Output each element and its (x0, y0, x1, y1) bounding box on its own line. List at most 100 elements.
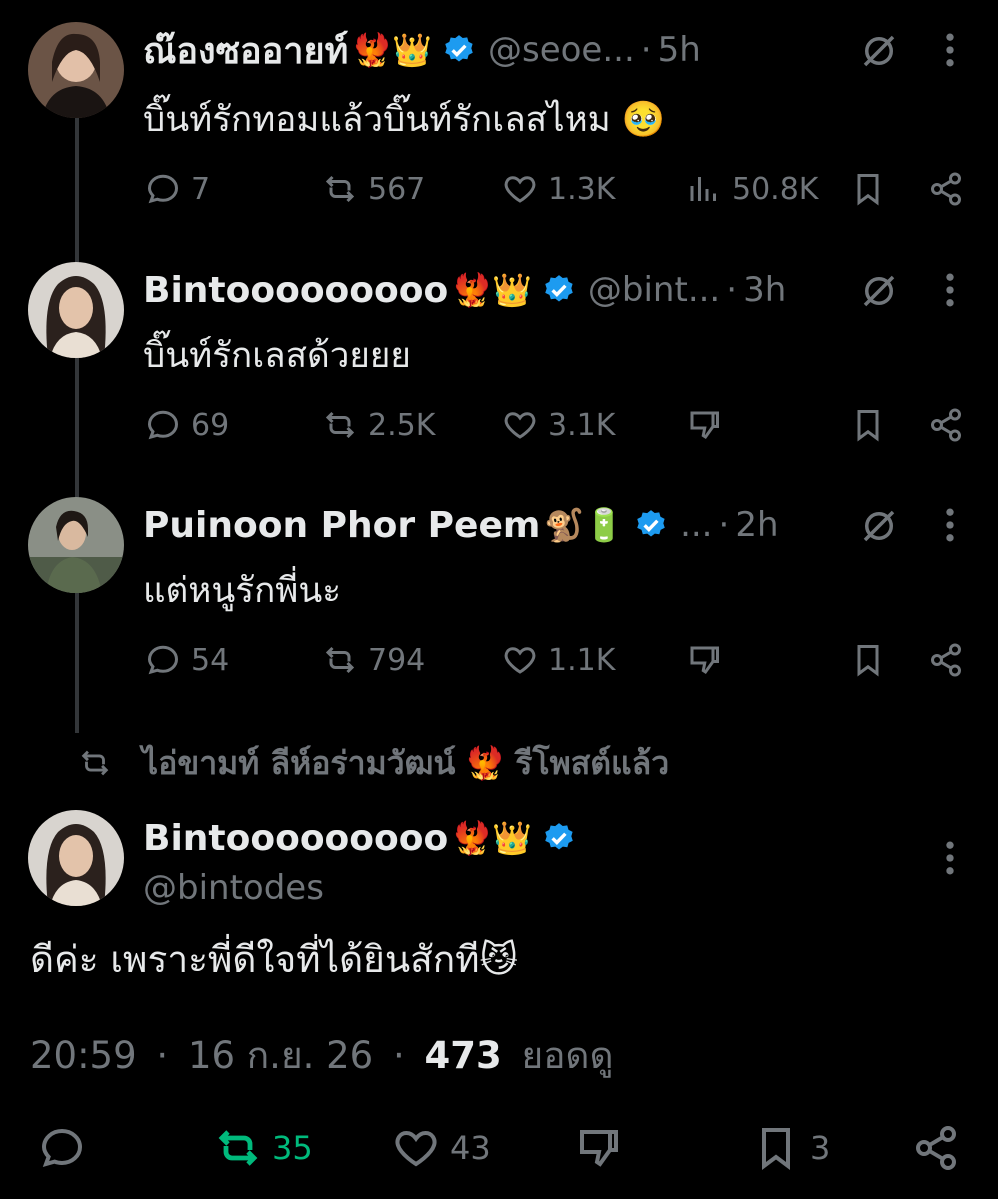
timestamp[interactable]: 3h (743, 270, 786, 310)
grok-icon[interactable] (858, 30, 900, 72)
user-handle[interactable]: @bint... (588, 270, 720, 310)
name-emoji: 🐦‍🔥👑 (352, 31, 432, 69)
bookmark-button[interactable] (850, 400, 896, 450)
dislike-button[interactable] (686, 400, 732, 450)
thumbs-down-icon (690, 646, 719, 675)
user-handle[interactable]: @bintodes (143, 868, 324, 908)
display-name[interactable]: Bintooooooooo (143, 270, 448, 311)
views-chart-icon (690, 177, 716, 201)
timestamp[interactable]: 2h (735, 505, 778, 545)
tweet-header: Bintooooooooo 🐦‍🔥👑 @bint... · 3h (143, 262, 786, 318)
user-handle[interactable]: ... (680, 505, 712, 545)
like-count: 43 (450, 1129, 491, 1167)
repost-icon (325, 646, 355, 674)
repost-button[interactable]: 2.5K (322, 400, 435, 450)
tweet-actions: 7 567 1.3K 50.8K (0, 164, 998, 214)
grok-icon[interactable] (858, 270, 900, 312)
heart-icon (395, 1130, 437, 1167)
verified-badge-icon (445, 35, 473, 62)
repost-button[interactable]: 794 (322, 635, 425, 685)
dislike-button[interactable] (574, 1118, 632, 1178)
bookmark-count: 3 (810, 1129, 831, 1167)
avatar[interactable] (28, 497, 124, 593)
tweet-actions: 69 2.5K 3.1K (0, 400, 998, 450)
user-handle[interactable]: @seoe... (488, 30, 635, 70)
share-icon (931, 643, 961, 677)
separator-dot: · (718, 505, 730, 545)
display-name[interactable]: Bintooooooooo (143, 818, 448, 859)
avatar[interactable] (28, 810, 124, 906)
repost-notice[interactable]: ไอ่ขามท์ ลีห์อร่ามวัฒน์ 🐦‍🔥 รีโพสต์แล้ว (78, 738, 669, 788)
views-label: ยอดดู (521, 1034, 614, 1077)
repost-button[interactable]: 567 (322, 164, 425, 214)
main-actions: 35 43 3 (0, 1118, 998, 1178)
repost-suffix: รีโพสต์แล้ว (515, 743, 670, 782)
tweet-text: บิ๊นท์รักทอมแล้วบิ๊นท์รักเลสไหม 🥹 (143, 100, 666, 140)
verified-badge-icon (545, 823, 573, 850)
reposter-name[interactable]: ไอ่ขามท์ ลีห์อร่ามวัฒน์ (142, 738, 455, 789)
repost-icon (81, 750, 109, 776)
reply-count: 54 (191, 642, 230, 678)
views-button[interactable]: 50.8K (686, 164, 818, 214)
reply-button[interactable]: 69 (145, 400, 229, 450)
display-name[interactable]: Puinoon Phor Peem (143, 505, 540, 546)
like-button[interactable]: 3.1K (502, 400, 615, 450)
reposter-emoji: 🐦‍🔥 (465, 744, 506, 782)
more-options-icon[interactable] (935, 836, 965, 880)
thumbs-down-icon (580, 1130, 618, 1167)
thumbs-down-icon (690, 411, 719, 440)
share-button[interactable] (928, 164, 974, 214)
tweet-text: แต่หนูรักพี่นะ (143, 571, 342, 611)
more-options-icon[interactable] (935, 268, 965, 312)
dislike-button[interactable] (686, 635, 732, 685)
post-time: 20:59 (30, 1034, 137, 1077)
repost-icon (218, 1130, 258, 1166)
bookmark-button[interactable]: 3 (752, 1118, 830, 1178)
display-name[interactable]: ณ๊องซออายท์ (143, 22, 348, 79)
more-options-icon[interactable] (935, 503, 965, 547)
avatar[interactable] (28, 22, 124, 118)
post-date: 16 ก.ย. 26 (187, 1034, 374, 1077)
separator-dot: · (393, 1034, 405, 1077)
bookmark-button[interactable] (850, 635, 896, 685)
repost-count: 35 (272, 1129, 313, 1167)
name-emoji: 🐦‍🔥👑 (452, 819, 532, 857)
name-emoji: 🐒🔋 (544, 506, 625, 544)
bookmark-icon (762, 1128, 790, 1170)
more-options-icon[interactable] (935, 28, 965, 72)
timestamp[interactable]: 5h (658, 30, 701, 70)
reply-count: 7 (191, 171, 211, 207)
share-icon (931, 172, 961, 206)
heart-icon (504, 412, 536, 439)
reply-icon (41, 1128, 83, 1167)
like-button[interactable]: 1.1K (502, 635, 615, 685)
share-button[interactable] (912, 1118, 970, 1178)
repost-button[interactable]: 35 (214, 1118, 313, 1178)
tweet-header: ณ๊องซออายท์ 🐦‍🔥👑 @seoe... · 5h (143, 22, 701, 78)
name-emoji: 🐦‍🔥👑 (452, 271, 532, 309)
views-count: 50.8K (732, 171, 819, 207)
like-count: 3.1K (548, 407, 616, 443)
like-count: 1.1K (548, 642, 616, 678)
tweet-actions: 54 794 1.1K (0, 635, 998, 685)
share-button[interactable] (928, 635, 974, 685)
tweet-meta: 20:59 · 16 ก.ย. 26 · 473 ยอดดู (30, 1026, 614, 1085)
reply-icon (147, 174, 179, 204)
reply-icon (147, 645, 179, 675)
reply-button[interactable] (38, 1118, 96, 1178)
views-count: 473 (424, 1034, 502, 1077)
avatar[interactable] (28, 262, 124, 358)
like-button[interactable]: 43 (392, 1118, 491, 1178)
share-button[interactable] (928, 400, 974, 450)
reply-button[interactable]: 54 (145, 635, 229, 685)
bookmark-button[interactable] (850, 164, 896, 214)
bookmark-icon (857, 645, 879, 677)
tweet-header: Puinoon Phor Peem 🐒🔋 ... · 2h (143, 497, 779, 553)
bookmark-icon (857, 410, 879, 442)
reply-button[interactable]: 7 (145, 164, 210, 214)
separator-dot: · (640, 30, 652, 70)
grok-icon[interactable] (858, 505, 900, 547)
like-button[interactable]: 1.3K (502, 164, 615, 214)
verified-badge-icon (637, 510, 665, 537)
like-count: 1.3K (548, 171, 616, 207)
